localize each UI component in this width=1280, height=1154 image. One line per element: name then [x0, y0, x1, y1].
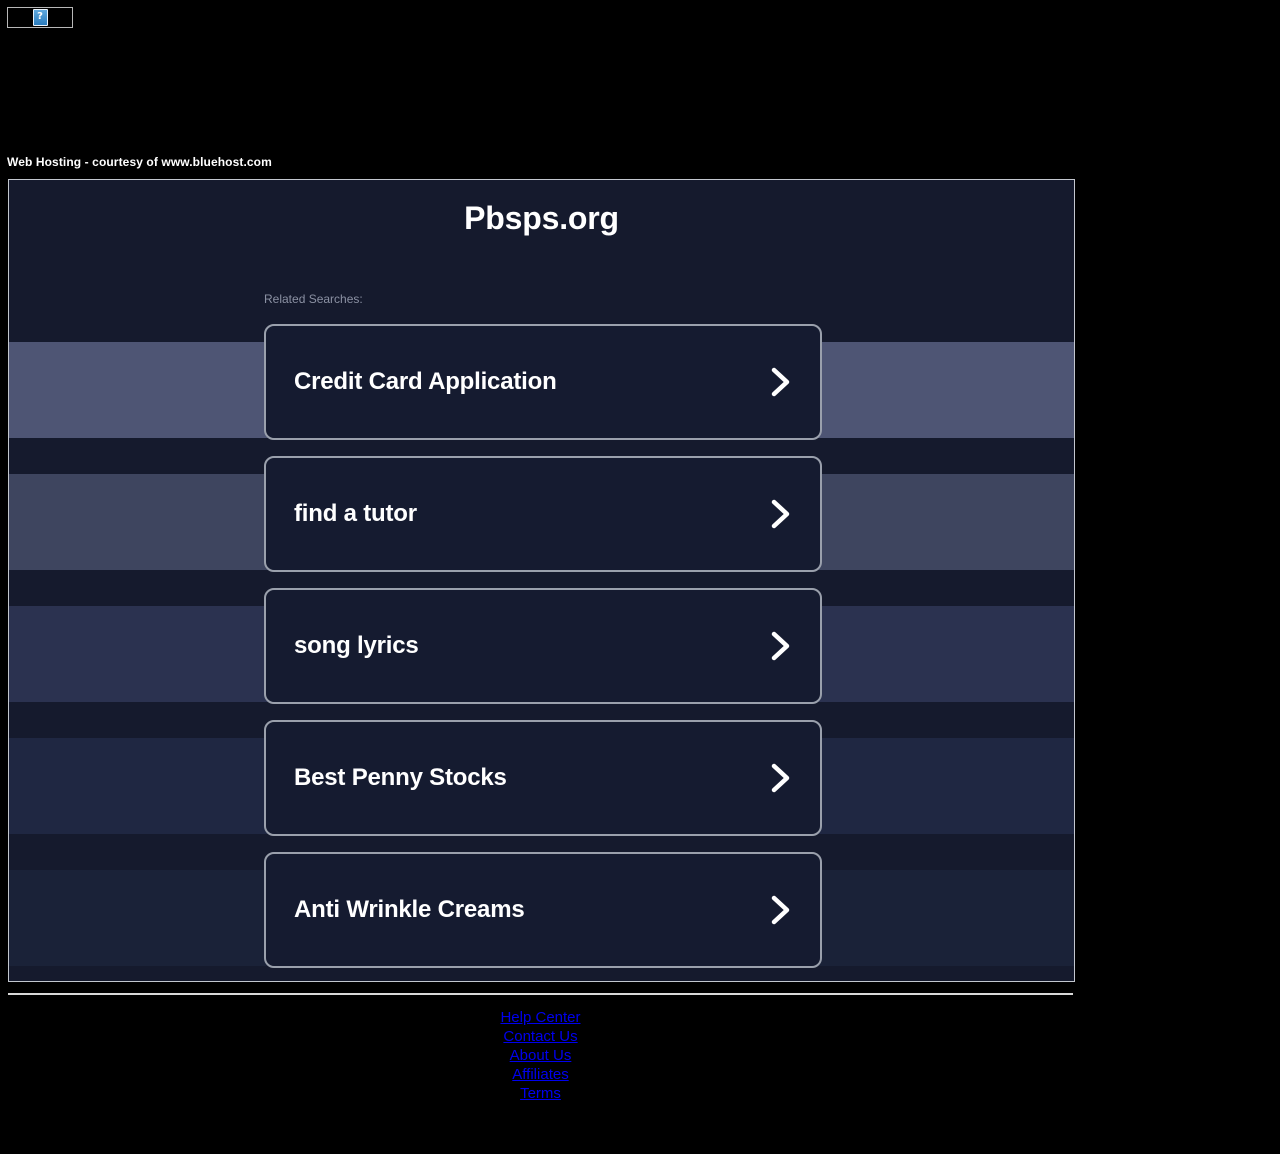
chevron-right-icon — [770, 631, 792, 661]
footer-link-list: Help Center Contact Us About Us Affiliat… — [8, 1008, 1073, 1103]
related-search-card-4[interactable]: Best Penny Stocks — [264, 720, 822, 836]
chevron-right-icon — [770, 895, 792, 925]
chevron-right-icon — [770, 499, 792, 529]
footer-link-about-us[interactable]: About Us — [8, 1046, 1073, 1065]
chevron-right-icon — [770, 367, 792, 397]
host-courtesy-notice: Web Hosting - courtesy of www.bluehost.c… — [7, 155, 272, 169]
chevron-right-icon — [770, 763, 792, 793]
footer-link-affiliates[interactable]: Affiliates — [8, 1065, 1073, 1084]
parked-page-frame: Pbsps.org Related Searches: Credit Card … — [8, 179, 1075, 982]
related-search-label: Best Penny Stocks — [294, 764, 507, 791]
related-search-label: find a tutor — [294, 500, 417, 527]
broken-image-placeholder: ? — [7, 7, 73, 28]
related-search-label: Anti Wrinkle Creams — [294, 896, 525, 923]
related-search-card-2[interactable]: find a tutor — [264, 456, 822, 572]
footer-link-contact-us[interactable]: Contact Us — [8, 1027, 1073, 1046]
footer-link-help-center[interactable]: Help Center — [8, 1008, 1073, 1027]
related-searches-label: Related Searches: — [264, 292, 363, 306]
footer-divider — [8, 993, 1073, 995]
footer-link-terms[interactable]: Terms — [8, 1084, 1073, 1103]
page-title: Pbsps.org — [464, 200, 619, 236]
related-searches-list: Credit Card Application find a tutor son… — [264, 324, 822, 968]
broken-image-icon: ? — [32, 9, 48, 26]
related-search-label: song lyrics — [294, 632, 419, 659]
related-search-card-5[interactable]: Anti Wrinkle Creams — [264, 852, 822, 968]
related-search-label: Credit Card Application — [294, 368, 557, 395]
related-search-card-1[interactable]: Credit Card Application — [264, 324, 822, 440]
related-search-card-3[interactable]: song lyrics — [264, 588, 822, 704]
